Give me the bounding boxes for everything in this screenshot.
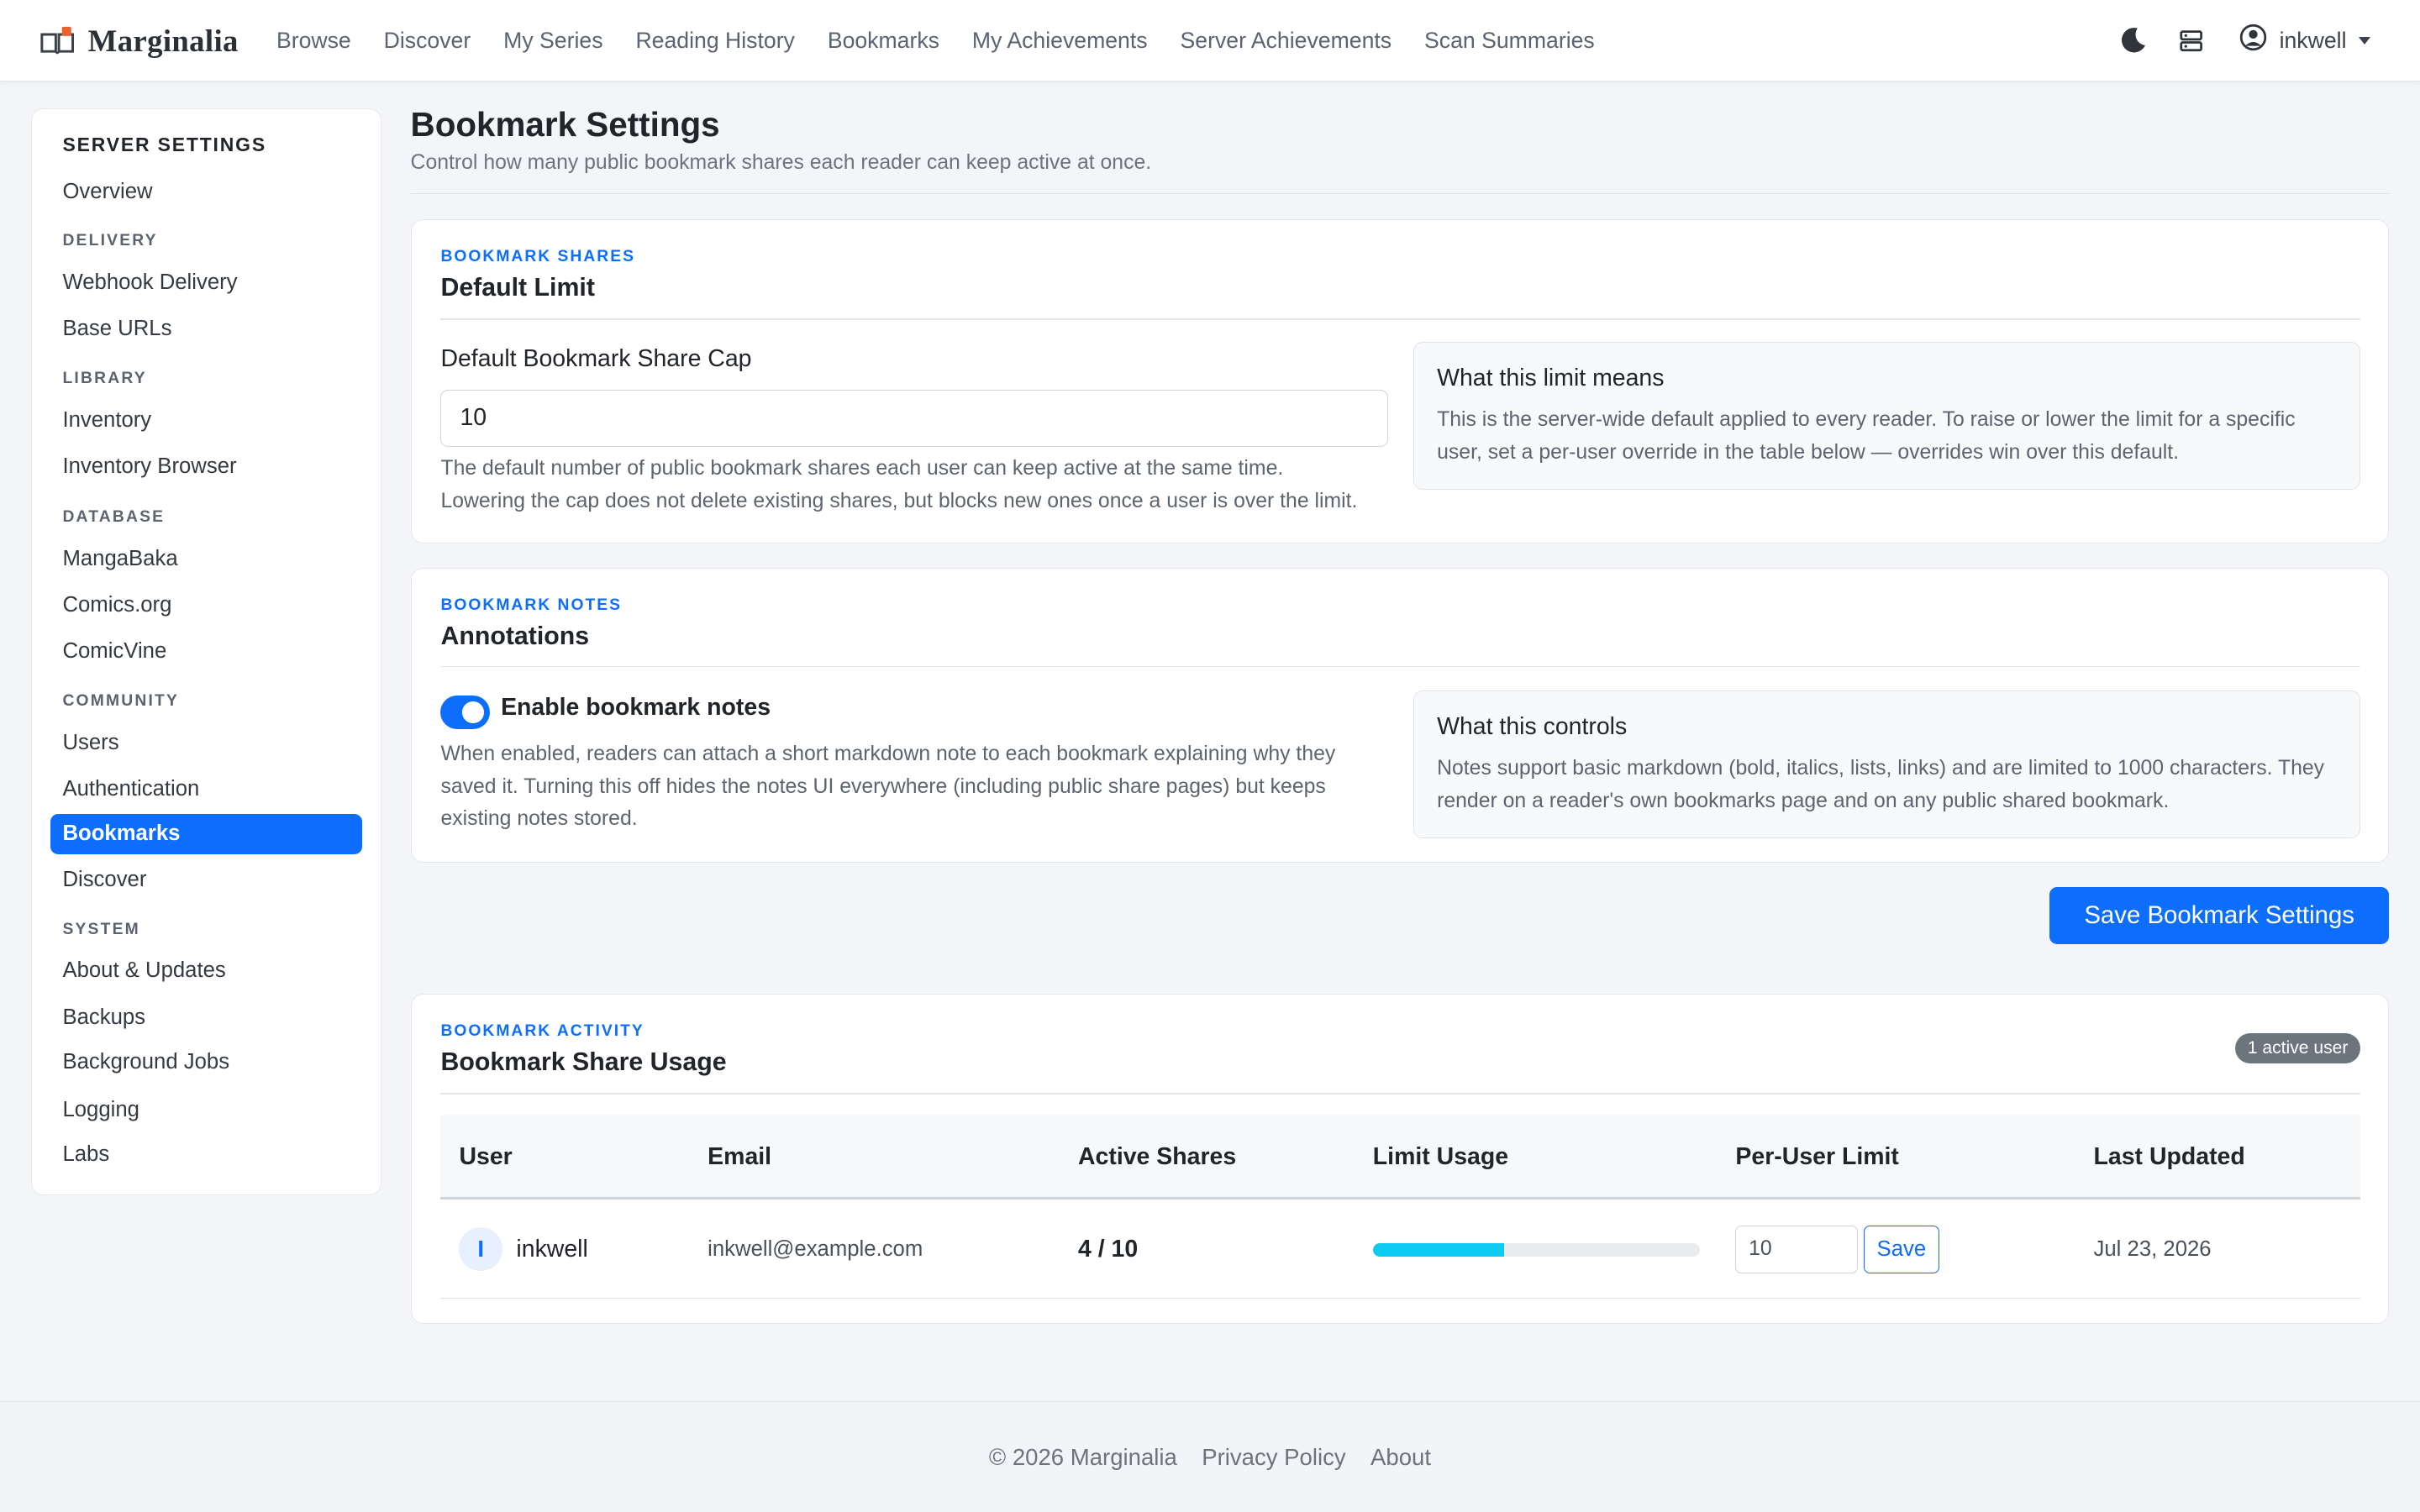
shares-eyebrow: BOOKMARK SHARES [440, 247, 635, 265]
footer-about-link[interactable]: About [1370, 1444, 1431, 1471]
save-bookmark-settings-button[interactable]: Save Bookmark Settings [2049, 887, 2390, 945]
per-user-limit-save-button[interactable]: Save [1863, 1226, 1939, 1274]
shares-heading: Default Limit [440, 274, 595, 302]
footer-content: © 2026 Marginalia Privacy Policy About [0, 1402, 2420, 1512]
settings-sidebar: SERVER SETTINGS Overview DELIVERY Webhoo… [30, 108, 381, 1196]
column-header-per-user-limit: Per-User Limit [1735, 1143, 1899, 1171]
nav-link-server-achievements[interactable]: Server Achievements [1164, 28, 1408, 54]
sidebar-item-background-jobs[interactable]: Background Jobs [50, 1042, 362, 1083]
sidebar-item-authentication[interactable]: Authentication [50, 769, 362, 810]
activity-divider [440, 1093, 2361, 1095]
limit-info-text: This is the server-wide default applied … [1437, 408, 2296, 464]
sidebar-item-webhook-delivery[interactable]: Webhook Delivery [50, 263, 362, 303]
bookmark-notes-toggle-label[interactable]: Enable bookmark notes [501, 694, 771, 722]
sidebar-item-inventory[interactable]: Inventory [50, 401, 362, 441]
default-share-cap-label: Default Bookmark Share Cap [440, 344, 752, 372]
user-menu[interactable]: inkwell [2239, 24, 2371, 58]
sidebar-section-library: LIBRARY [62, 369, 147, 387]
nav-link-scan-summaries[interactable]: Scan Summaries [1408, 28, 1612, 54]
row-email: inkwell@example.com [708, 1236, 923, 1261]
shares-divider [440, 318, 2361, 321]
user-circle-icon [2239, 24, 2267, 58]
limit-info-title: What this limit means [1437, 364, 1665, 391]
avatar: I [459, 1227, 502, 1271]
bookmark-notes-help: When enabled, readers can attach a short… [440, 742, 1336, 831]
book-logo-icon [40, 25, 74, 56]
controls-info-title: What this controls [1437, 712, 1628, 740]
sidebar-section-community: COMMUNITY [62, 691, 180, 710]
sidebar-item-discover[interactable]: Discover [50, 860, 362, 900]
activity-heading: Bookmark Share Usage [440, 1048, 727, 1077]
sidebar-item-inventory-browser[interactable]: Inventory Browser [50, 447, 362, 487]
nav-link-my-series[interactable]: My Series [487, 28, 619, 54]
bookmark-shares-card: BOOKMARK SHARES Default Limit Default Bo… [410, 218, 2390, 543]
controls-info-box: What this controls Notes support basic m… [1413, 690, 2361, 839]
sidebar-item-users[interactable]: Users [50, 723, 362, 764]
brand-name: Marginalia [87, 23, 239, 58]
page-divider [410, 192, 2390, 195]
nav-link-bookmarks[interactable]: Bookmarks [811, 28, 955, 54]
sidebar-item-overview[interactable]: Overview [50, 172, 362, 213]
sidebar-title: SERVER SETTINGS [62, 133, 266, 155]
toggle-knob [462, 701, 484, 723]
sidebar-section-system: SYSTEM [62, 920, 140, 938]
sidebar-item-mangabaka[interactable]: MangaBaka [50, 539, 362, 580]
footer-privacy-link[interactable]: Privacy Policy [1202, 1444, 1345, 1471]
sidebar-item-about-updates[interactable]: About & Updates [50, 951, 362, 991]
share-cap-help-line-1: The default number of public bookmark sh… [440, 457, 1284, 480]
top-navbar: Marginalia Browse Discover My Series Rea… [0, 0, 2420, 82]
notes-eyebrow: BOOKMARK NOTES [440, 596, 623, 614]
share-cap-help-line-2: Lowering the cap does not delete existin… [440, 489, 1358, 512]
footer: © 2026 Marginalia Privacy Policy About [0, 1400, 2420, 1512]
activity-eyebrow: BOOKMARK ACTIVITY [440, 1021, 644, 1040]
active-users-badge: 1 active user [2235, 1032, 2361, 1064]
column-header-limit-usage: Limit Usage [1372, 1143, 1509, 1171]
controls-info-text: Notes support basic markdown (bold, ital… [1437, 757, 2325, 813]
user-name: inkwell [2279, 28, 2347, 54]
caret-down-icon [2359, 37, 2371, 45]
footer-copyright: © 2026 Marginalia [988, 1443, 1177, 1470]
page-subtitle: Control how many public bookmark shares … [410, 150, 1152, 174]
limit-usage-progress-fill [1372, 1242, 1504, 1257]
sidebar-item-comicvine[interactable]: ComicVine [50, 632, 362, 672]
sidebar-item-labs[interactable]: Labs [50, 1135, 362, 1175]
sidebar-item-logging[interactable]: Logging [50, 1090, 362, 1131]
row-last-updated: Jul 23, 2026 [2093, 1236, 2212, 1261]
brand[interactable]: Marginalia [40, 23, 239, 59]
notes-divider [440, 665, 2361, 668]
notes-heading: Annotations [440, 622, 590, 651]
sidebar-item-bookmarks[interactable]: Bookmarks [50, 813, 362, 854]
moon-icon[interactable] [2116, 24, 2149, 57]
server-icon[interactable] [2175, 24, 2208, 57]
bookmark-notes-card: BOOKMARK NOTES Annotations Enable bookma… [410, 567, 2390, 863]
bookmark-activity-card: BOOKMARK ACTIVITY Bookmark Share Usage 1… [410, 993, 2390, 1324]
column-header-active-shares: Active Shares [1077, 1143, 1237, 1171]
limit-info-box: What this limit means This is the server… [1413, 341, 2361, 491]
page-title: Bookmark Settings [410, 104, 720, 144]
column-header-user: User [459, 1143, 513, 1171]
table-row: I inkwell inkwell@example.com 4 / 10 10 … [440, 1201, 2361, 1299]
sidebar-item-comics-org[interactable]: Comics.org [50, 585, 362, 626]
row-user-name: inkwell [516, 1235, 588, 1263]
usage-table-header: User Email Active Shares Limit Usage Per… [440, 1115, 2361, 1200]
sidebar-item-base-urls[interactable]: Base URLs [50, 309, 362, 349]
sidebar-item-backups[interactable]: Backups [50, 998, 362, 1038]
nav-link-browse[interactable]: Browse [260, 28, 367, 54]
nav-link-reading-history[interactable]: Reading History [619, 28, 811, 54]
bookmark-notes-toggle[interactable] [440, 695, 491, 729]
nav-link-my-achievements[interactable]: My Achievements [955, 28, 1164, 54]
limit-usage-progress [1372, 1242, 1701, 1257]
column-header-last-updated: Last Updated [2093, 1143, 2245, 1171]
sidebar-section-database: DATABASE [62, 508, 166, 527]
nav-links: Browse Discover My Series Reading Histor… [260, 28, 1611, 54]
nav-link-discover[interactable]: Discover [367, 28, 487, 54]
per-user-limit-input[interactable]: 10 [1735, 1226, 1858, 1274]
sidebar-section-delivery: DELIVERY [62, 232, 158, 250]
default-share-cap-input[interactable]: 10 [440, 389, 1389, 447]
column-header-email: Email [708, 1143, 772, 1171]
default-share-cap-help: The default number of public bookmark sh… [440, 453, 1397, 517]
row-active-shares: 4 / 10 [1077, 1235, 1139, 1263]
nav-right: inkwell [2116, 0, 2371, 81]
